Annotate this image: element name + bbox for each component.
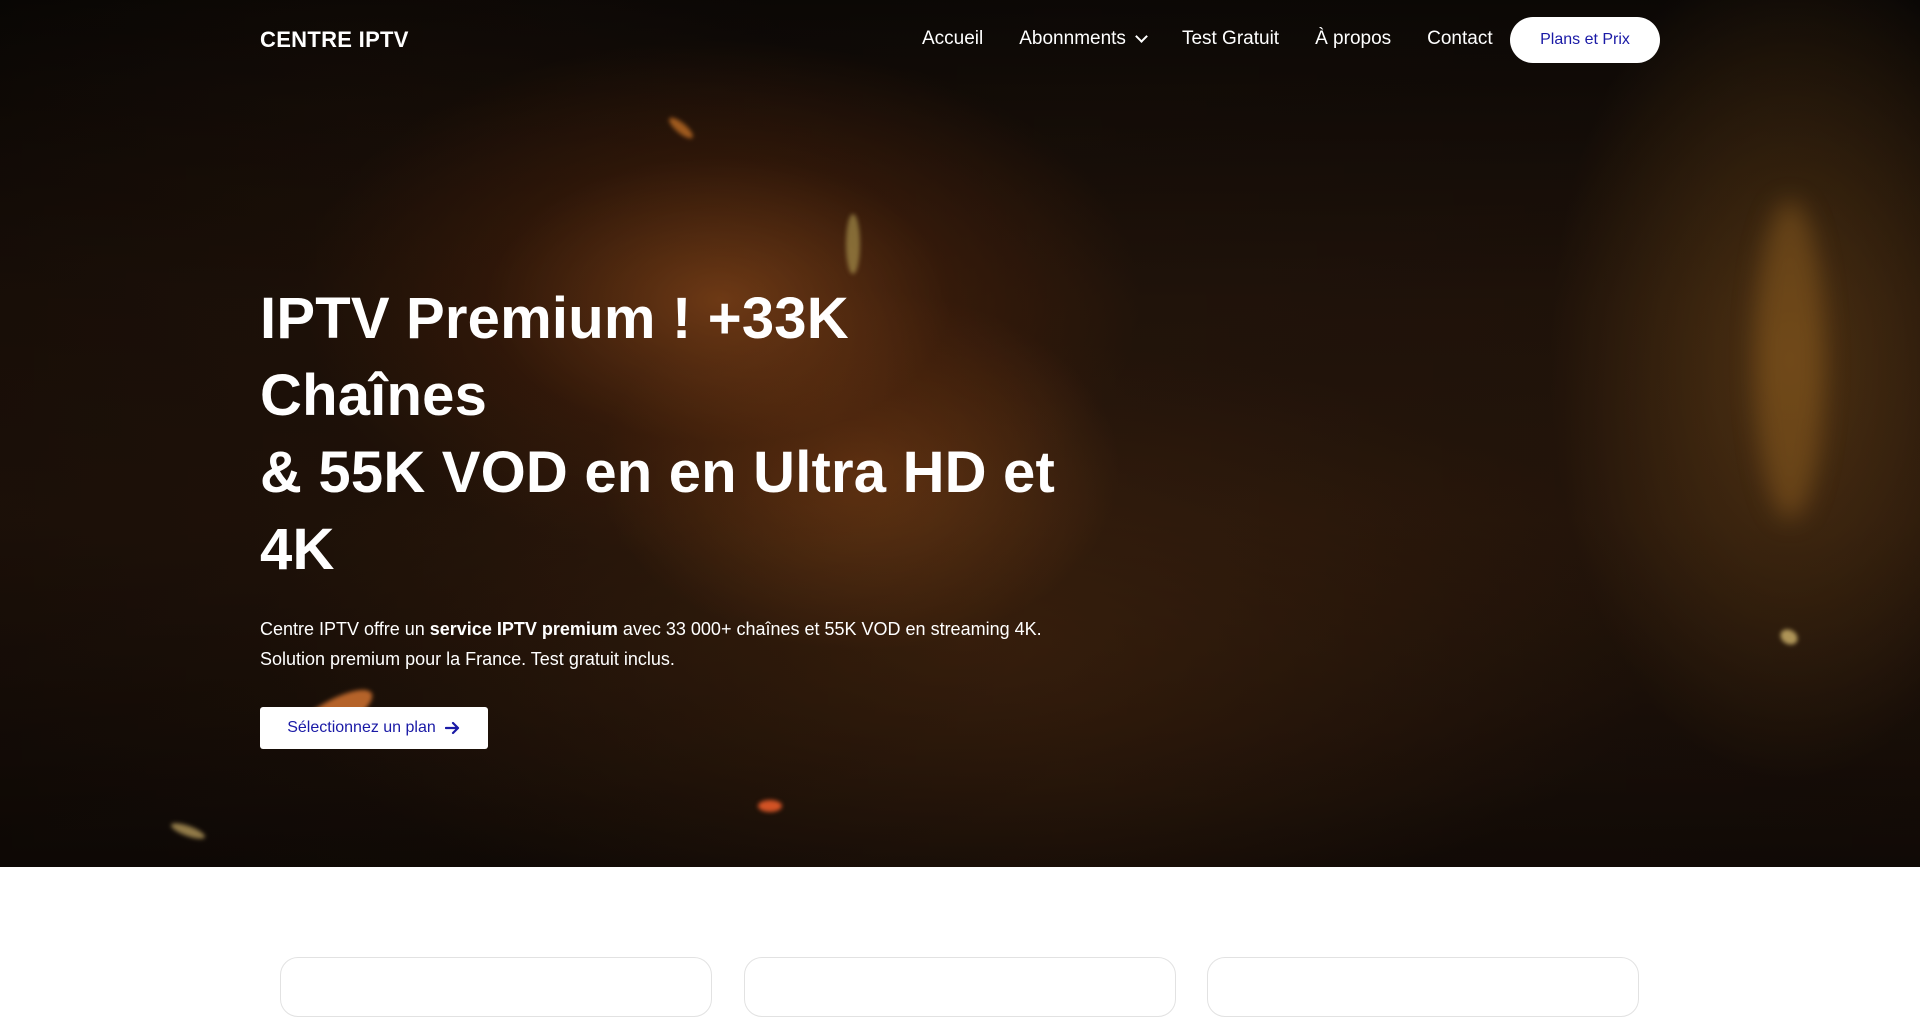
ember-glow bbox=[169, 820, 207, 842]
nav-item-a-propos[interactable]: À propos bbox=[1315, 28, 1391, 50]
ember-glow bbox=[1777, 626, 1801, 648]
brand-logo[interactable]: CENTRE IPTV bbox=[260, 27, 409, 53]
hero-desc-suffix: avec 33 000+ chaînes et 55K VOD en strea… bbox=[617, 619, 1042, 639]
features-section bbox=[0, 867, 1920, 1017]
feature-card bbox=[280, 957, 712, 1017]
nav-item-contact[interactable]: Contact bbox=[1427, 28, 1492, 50]
navbar: CENTRE IPTV Accueil Abonnments Test Grat… bbox=[0, 0, 1920, 80]
hero-desc-prefix: Centre IPTV offre un bbox=[260, 619, 430, 639]
hero-desc-line-2: Solution premium pour la France. Test gr… bbox=[260, 649, 675, 669]
hero-content: IPTV Premium ! +33K Chaînes & 55K VOD en… bbox=[260, 280, 1080, 749]
nav-item-accueil[interactable]: Accueil bbox=[922, 28, 983, 50]
nav-item-abonnements[interactable]: Abonnments bbox=[1019, 28, 1148, 50]
feature-card bbox=[1207, 957, 1639, 1017]
ember-glow bbox=[846, 214, 860, 274]
nav-item-label: Test Gratuit bbox=[1181, 28, 1280, 49]
nav-item-label: Contact bbox=[1427, 28, 1493, 49]
fire-glow bbox=[1755, 200, 1825, 520]
nav-item-test-gratuit[interactable]: Test Gratuit bbox=[1182, 28, 1279, 50]
nav-item-label: Accueil bbox=[922, 28, 984, 49]
hero-desc-bold: service IPTV premium bbox=[429, 619, 618, 639]
select-plan-button[interactable]: Sélectionnez un plan bbox=[260, 707, 488, 749]
hero-description: Centre IPTV offre un service IPTV premiu… bbox=[260, 614, 1080, 674]
feature-card bbox=[744, 957, 1176, 1017]
chevron-down-icon bbox=[1135, 30, 1148, 43]
hero-section: CENTRE IPTV Accueil Abonnments Test Grat… bbox=[0, 0, 1920, 867]
arrow-right-icon bbox=[444, 721, 461, 735]
nav-item-label: À propos bbox=[1315, 28, 1392, 49]
select-plan-label: Sélectionnez un plan bbox=[287, 719, 436, 736]
ember-glow bbox=[666, 114, 696, 142]
hero-title: IPTV Premium ! +33K Chaînes & 55K VOD en… bbox=[260, 280, 1080, 588]
nav-item-label: Abonnments bbox=[1019, 28, 1126, 49]
plans-et-prix-button[interactable]: Plans et Prix bbox=[1510, 17, 1660, 63]
hero-title-line-2: & 55K VOD en en Ultra HD et 4K bbox=[260, 440, 1056, 582]
hero-title-line-1: IPTV Premium ! +33K Chaînes bbox=[260, 286, 849, 428]
nav-menu: Accueil Abonnments Test Gratuit À propos… bbox=[922, 28, 1529, 50]
ember-glow bbox=[758, 800, 782, 812]
